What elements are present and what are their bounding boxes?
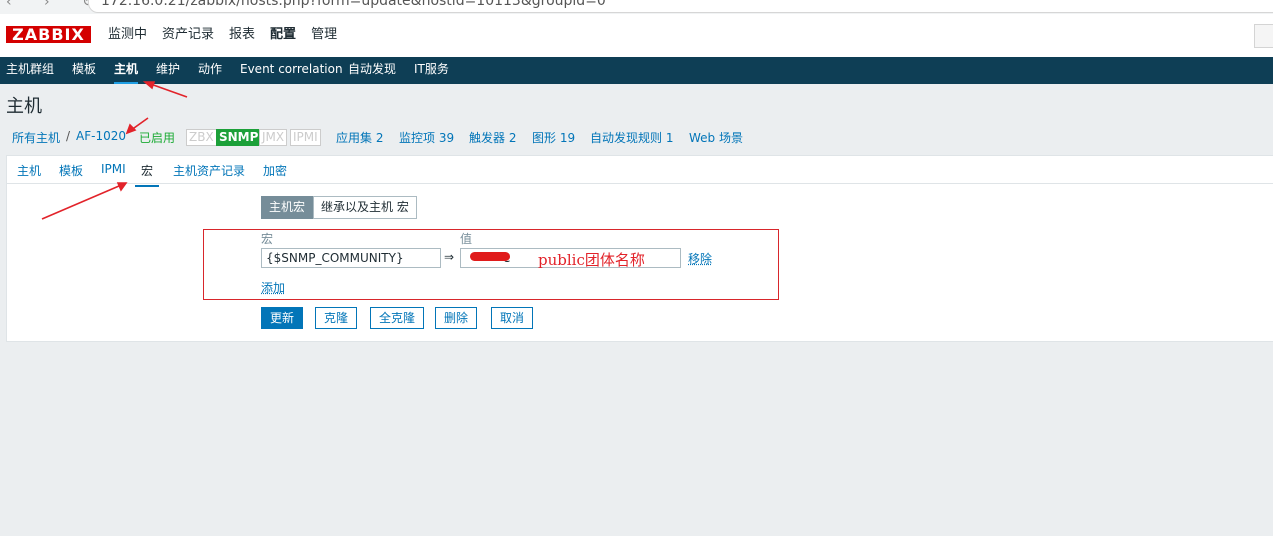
page-title: 主机 bbox=[6, 96, 42, 117]
tab-ipmi[interactable]: IPMI bbox=[101, 162, 126, 176]
clone-button[interactable]: 克隆 bbox=[315, 307, 358, 329]
main-menu: 监测中 资产记录 报表 配置 管理 bbox=[108, 26, 352, 44]
update-button[interactable]: 更新 bbox=[261, 307, 304, 329]
tab-macros[interactable]: 宏 bbox=[135, 162, 160, 187]
macro-mode-toggle: 主机宏 继承以及主机 宏 bbox=[261, 196, 417, 219]
host-status-enabled[interactable]: 已启用 bbox=[139, 129, 175, 146]
redaction-scribble bbox=[470, 252, 510, 261]
mode-inherited-macros[interactable]: 继承以及主机 宏 bbox=[313, 196, 417, 219]
badge-jmx: JMX bbox=[259, 129, 288, 146]
badge-ipmi: IPMI bbox=[290, 129, 321, 146]
delete-button[interactable]: 删除 bbox=[435, 307, 478, 329]
remove-macro-link[interactable]: 移除 bbox=[688, 250, 712, 267]
breadcrumb-host[interactable]: AF-1020 bbox=[76, 129, 126, 143]
tab-encryption[interactable]: 加密 bbox=[263, 162, 287, 179]
menu-inventory[interactable]: 资产记录 bbox=[162, 26, 214, 44]
host-breadcrumb: 所有主机 / AF-1020 已启用 ZBX SNMP JMX IPMI 应用集… bbox=[0, 126, 1273, 148]
arrow-to-hosts-menu bbox=[144, 81, 188, 98]
menu-monitoring[interactable]: 监测中 bbox=[108, 26, 147, 44]
column-value-header: 值 bbox=[460, 232, 473, 246]
badge-snmp: SNMP bbox=[216, 129, 262, 146]
top-header: ZABBIX 监测中 资产记录 报表 配置 管理 bbox=[0, 14, 1273, 57]
link-graphs[interactable]: 图形 19 bbox=[532, 129, 575, 146]
sub-menu: 主机群组 模板 主机 维护 动作 Event correlation 自动发现 … bbox=[0, 57, 1273, 84]
tab-host[interactable]: 主机 bbox=[17, 162, 41, 179]
submenu-actions[interactable]: 动作 bbox=[198, 57, 222, 84]
submenu-event-correlation[interactable]: Event correlation bbox=[240, 57, 343, 84]
mode-host-macros[interactable]: 主机宏 bbox=[261, 196, 314, 219]
link-discovery-rules[interactable]: 自动发现规则 1 bbox=[590, 129, 673, 146]
menu-configuration[interactable]: 配置 bbox=[270, 26, 296, 44]
tab-templates[interactable]: 模板 bbox=[59, 162, 83, 179]
add-macro-link[interactable]: 添加 bbox=[261, 279, 285, 296]
arrow-icon: ⇒ bbox=[444, 250, 455, 264]
search-box-edge[interactable] bbox=[1254, 24, 1273, 48]
full-clone-button[interactable]: 全克隆 bbox=[370, 307, 425, 329]
submenu-templates[interactable]: 模板 bbox=[72, 57, 96, 84]
link-items[interactable]: 监控项 39 bbox=[399, 129, 454, 146]
link-web-scenarios[interactable]: Web 场景 bbox=[689, 129, 743, 146]
zabbix-logo[interactable]: ZABBIX bbox=[6, 26, 91, 43]
tab-inventory[interactable]: 主机资产记录 bbox=[173, 162, 245, 179]
browser-toolbar: ‹ › ↻ 172.16.0.21/zabbix/hosts.php?form=… bbox=[0, 0, 1273, 14]
breadcrumb-all-hosts[interactable]: 所有主机 bbox=[12, 129, 60, 146]
submenu-it-services[interactable]: IT服务 bbox=[414, 57, 449, 84]
menu-reports[interactable]: 报表 bbox=[229, 26, 255, 44]
column-macro-header: 宏 bbox=[261, 232, 274, 246]
breadcrumb-separator: / bbox=[66, 129, 71, 143]
link-triggers[interactable]: 触发器 2 bbox=[469, 129, 516, 146]
submenu-hosts[interactable]: 主机 bbox=[114, 57, 139, 84]
menu-administration[interactable]: 管理 bbox=[311, 26, 337, 44]
link-applications[interactable]: 应用集 2 bbox=[336, 129, 383, 146]
host-form-panel: 主机 模板 IPMI 宏 主机资产记录 加密 主机宏 继承以及主机 宏 宏 值 … bbox=[6, 155, 1273, 342]
submenu-maintenance[interactable]: 维护 bbox=[156, 57, 180, 84]
submenu-discovery[interactable]: 自动发现 bbox=[348, 57, 396, 84]
address-bar[interactable]: 172.16.0.21/zabbix/hosts.php?form=update… bbox=[88, 0, 1273, 13]
host-tabs: 主机 模板 IPMI 宏 主机资产记录 加密 bbox=[7, 156, 1273, 187]
annotation-public-community: public团体名称 bbox=[538, 251, 645, 269]
macro-name-input[interactable]: {$SNMP_COMMUNITY} bbox=[261, 248, 441, 268]
submenu-host-groups[interactable]: 主机群组 bbox=[6, 57, 54, 84]
cancel-button[interactable]: 取消 bbox=[491, 307, 534, 329]
address-bar-url: 172.16.0.21/zabbix/hosts.php?form=update… bbox=[101, 0, 606, 9]
badge-zbx: ZBX bbox=[186, 129, 217, 146]
